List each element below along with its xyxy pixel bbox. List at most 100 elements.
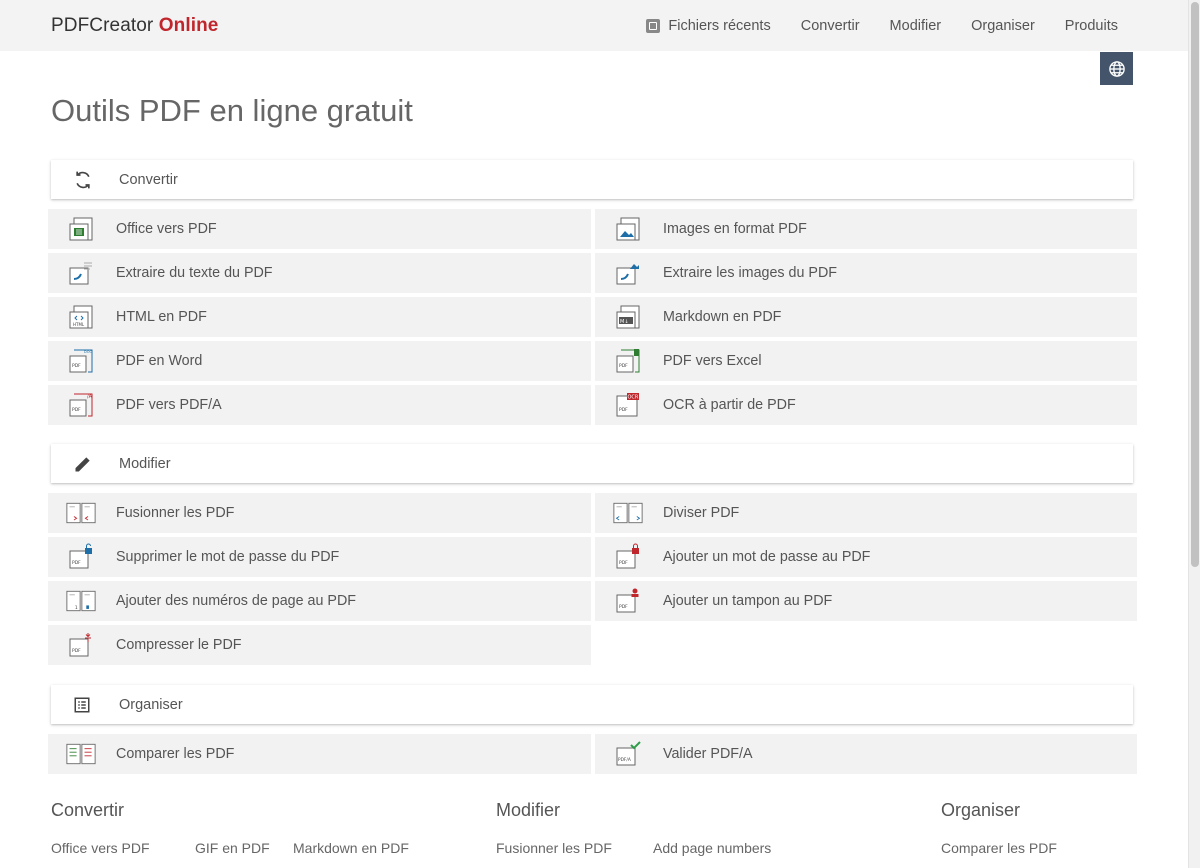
svg-text:PDF: PDF	[619, 407, 628, 413]
markdown-document-icon: M↓	[616, 305, 640, 329]
refresh-icon	[76, 171, 90, 188]
svg-text:PDF: PDF	[619, 363, 628, 369]
tool-label: Fusionner les PDF	[116, 505, 235, 521]
nav-recent-files-label: Fichiers récents	[668, 17, 771, 34]
pdf-to-excel-icon: PDF	[616, 349, 640, 373]
page-scrollbar[interactable]	[1188, 0, 1200, 868]
section-title-convertir: Convertir	[119, 171, 178, 188]
globe-icon	[1108, 60, 1125, 77]
section-header-convertir[interactable]: Convertir	[51, 160, 1133, 199]
section-header-organiser[interactable]: Organiser	[51, 685, 1133, 724]
tool-label: Valider PDF/A	[663, 746, 753, 762]
tool-split-pdf[interactable]: Diviser PDF	[595, 493, 1137, 533]
tool-add-password[interactable]: PDF Ajouter un mot de passe au PDF	[595, 537, 1137, 577]
compress-icon: PDF	[69, 633, 91, 657]
compare-icon	[66, 743, 96, 765]
tool-label: PDF vers PDF/A	[116, 397, 222, 413]
top-navigation-bar: PDFCreator Online Fichiers récents Conve…	[0, 0, 1188, 51]
unlock-icon: PDF	[69, 543, 92, 569]
footer-title-convertir: Convertir	[51, 800, 125, 820]
tool-label: OCR à partir de PDF	[663, 397, 796, 413]
tool-compress-pdf[interactable]: PDF Compresser le PDF	[48, 625, 591, 665]
svg-text:HTML: HTML	[73, 322, 85, 327]
nav-modifier[interactable]: Modifier	[890, 18, 942, 34]
tool-pdf-to-pdfa[interactable]: PDF/A PDF vers PDF/A	[48, 385, 591, 425]
nav-organiser-label: Organiser	[971, 17, 1035, 34]
nav-convertir-label: Convertir	[800, 17, 860, 34]
lock-icon: PDF	[616, 543, 639, 569]
footer-link[interactable]: GIF en PDF	[195, 840, 270, 856]
svg-text:PDF: PDF	[619, 560, 628, 566]
tool-add-stamp[interactable]: PDF Ajouter un tampon au PDF	[595, 581, 1137, 621]
tool-label: Ajouter des numéros de page au PDF	[116, 593, 357, 609]
extract-images-icon	[616, 264, 639, 285]
svg-text:PDF/A: PDF/A	[618, 757, 631, 763]
tool-label: Extraire du texte du PDF	[116, 265, 273, 281]
page-numbers-icon: 1	[66, 590, 96, 612]
tool-images-to-pdf[interactable]: Images en format PDF	[595, 209, 1137, 249]
tool-remove-password[interactable]: PDF Supprimer le mot de passe du PDF	[48, 537, 591, 577]
html-document-icon: HTML	[69, 305, 93, 329]
footer-link[interactable]: Fusionner les PDF	[496, 840, 612, 856]
footer-link[interactable]: Markdown en PDF	[293, 840, 409, 856]
tool-extract-text[interactable]: Extraire du texte du PDF	[48, 253, 591, 293]
tool-label: PDF en Word	[116, 353, 203, 369]
tool-html-to-pdf[interactable]: HTML HTML en PDF	[48, 297, 591, 337]
main-nav: Fichiers récents Convertir Modifier Orga…	[646, 0, 1118, 51]
tool-pdf-to-excel[interactable]: PDF PDF vers Excel	[595, 341, 1137, 381]
tool-pdf-to-word[interactable]: PDF DOC PDF en Word	[48, 341, 591, 381]
logo-text: PDFCreator	[51, 15, 154, 36]
pdf-to-pdfa-icon: PDF/A	[69, 393, 93, 417]
tool-label: Images en format PDF	[663, 221, 807, 237]
section-header-modifier[interactable]: Modifier	[51, 444, 1133, 483]
tool-label: HTML en PDF	[116, 309, 207, 325]
split-icon	[613, 502, 643, 524]
nav-produits[interactable]: Produits	[1065, 18, 1118, 34]
scrollbar-thumb[interactable]	[1191, 2, 1199, 567]
nav-modifier-label: Modifier	[889, 17, 942, 34]
footer-link[interactable]: Office vers PDF	[51, 840, 150, 856]
list-icon	[74, 697, 90, 712]
svg-text:DOC: DOC	[84, 350, 92, 354]
tool-label: Diviser PDF	[663, 505, 740, 521]
pdf-to-word-icon: PDF DOC	[69, 349, 93, 373]
tool-markdown-to-pdf[interactable]: M↓ Markdown en PDF	[595, 297, 1137, 337]
tool-label: Comparer les PDF	[116, 746, 235, 762]
svg-text:PDF: PDF	[72, 560, 81, 566]
svg-text:M↓: M↓	[620, 319, 629, 325]
nav-organiser[interactable]: Organiser	[971, 18, 1035, 34]
tool-label: Markdown en PDF	[663, 309, 782, 325]
tool-validate-pdfa[interactable]: PDF/A Valider PDF/A	[595, 734, 1137, 774]
tool-merge-pdf[interactable]: Fusionner les PDF	[48, 493, 591, 533]
footer-title-modifier: Modifier	[496, 800, 561, 820]
nav-produits-label: Produits	[1064, 17, 1118, 34]
footer-link[interactable]: Add page numbers	[653, 840, 771, 856]
tool-extract-images[interactable]: Extraire les images du PDF	[595, 253, 1137, 293]
extract-text-icon	[69, 262, 92, 285]
merge-icon	[66, 502, 96, 524]
section-title-modifier: Modifier	[119, 455, 171, 472]
svg-text:OCR: OCR	[628, 395, 639, 401]
footer-link[interactable]: Comparer les PDF	[941, 840, 1057, 856]
tool-label: Ajouter un tampon au PDF	[663, 593, 833, 609]
footer-title-organiser: Organiser	[941, 800, 1021, 820]
svg-text:PDF: PDF	[72, 407, 81, 413]
tool-compare-pdf[interactable]: Comparer les PDF	[48, 734, 591, 774]
site-logo[interactable]: PDFCreator Online	[51, 15, 218, 37]
page-title: Outils PDF en ligne gratuit	[51, 93, 413, 128]
tool-office-to-pdf[interactable]: Office vers PDF	[48, 209, 591, 249]
office-document-icon	[69, 217, 93, 241]
stamp-icon: PDF	[616, 588, 639, 613]
tool-ocr-pdf[interactable]: OCR PDF OCR à partir de PDF	[595, 385, 1137, 425]
tool-label: Compresser le PDF	[116, 637, 242, 653]
tool-add-page-numbers[interactable]: 1 Ajouter des numéros de page au PDF	[48, 581, 591, 621]
pencil-icon	[75, 456, 90, 471]
nav-recent-files[interactable]: Fichiers récents	[646, 17, 771, 34]
tool-label: Office vers PDF	[116, 221, 217, 237]
nav-convertir[interactable]: Convertir	[801, 18, 860, 34]
language-button[interactable]	[1100, 52, 1133, 85]
svg-text:PDF: PDF	[72, 363, 81, 369]
svg-text:PDF: PDF	[72, 648, 81, 654]
svg-text:1: 1	[75, 605, 78, 611]
ocr-icon: OCRPDF	[616, 393, 639, 417]
